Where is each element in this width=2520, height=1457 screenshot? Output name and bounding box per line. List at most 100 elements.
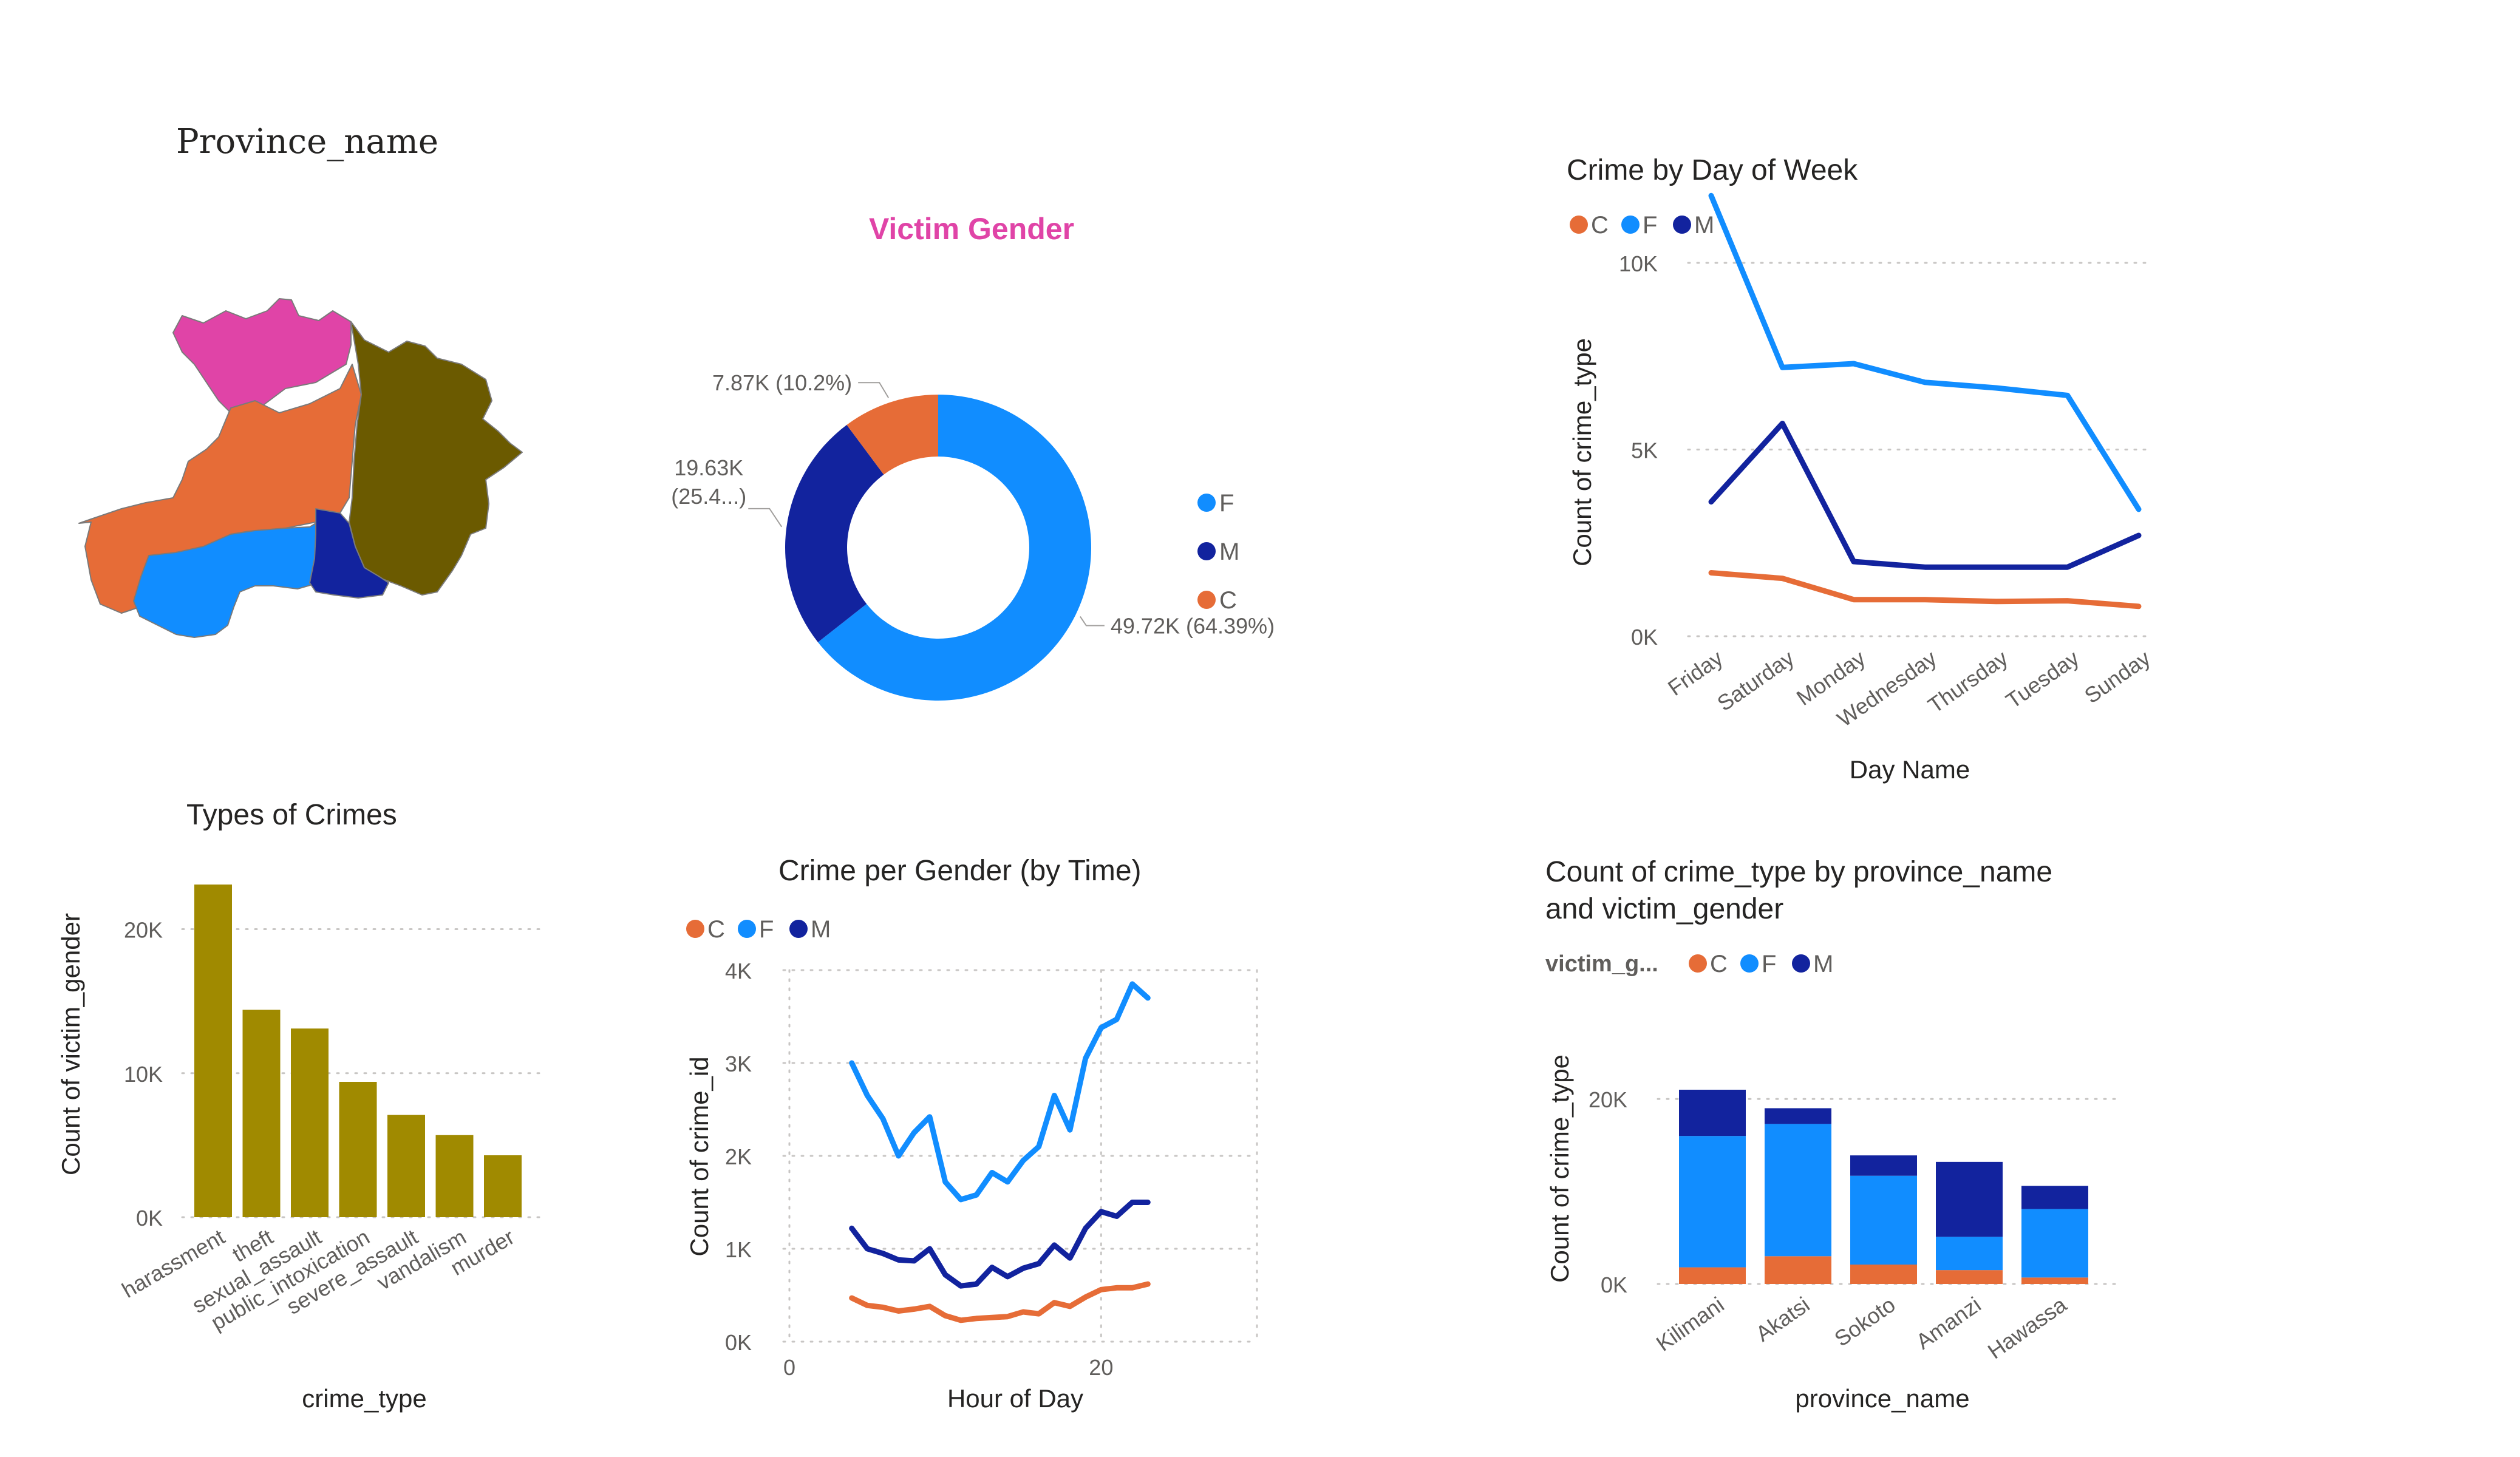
province-gender-bars[interactable] <box>1679 1090 2088 1284</box>
bar-akatsi-m[interactable] <box>1765 1108 1831 1124</box>
province-map[interactable] <box>78 298 523 638</box>
dashboard-svg: Province_name Victim Gender 49.72K (64.3… <box>56 122 2155 1413</box>
types-of-crimes-bars[interactable] <box>194 885 522 1217</box>
legend-dot-c[interactable] <box>1197 591 1216 609</box>
types-of-crimes-y-axis-title: Count of victim_gender <box>56 913 85 1175</box>
donut-label-c: 7.87K (10.2%) <box>712 370 852 395</box>
bar-harassment[interactable] <box>194 885 232 1217</box>
legend-label-f: F <box>1762 951 1776 977</box>
types-of-crimes-visual: Types of Crimes 0K 10K 20K harassmenttheft… <box>56 799 542 1413</box>
bar-amanzi-c[interactable] <box>1936 1270 2003 1284</box>
bar-murder[interactable] <box>484 1155 522 1217</box>
x-tick-sokoto: Sokoto <box>1830 1292 1899 1351</box>
series-line-c[interactable] <box>849 1281 1151 1323</box>
bar-kilimani-m[interactable] <box>1679 1090 1746 1136</box>
legend-label-m: M <box>1219 538 1239 565</box>
y-tick-20k: 20K <box>124 918 163 943</box>
series-line-c[interactable] <box>1708 570 2142 610</box>
legend-dot-f[interactable] <box>1740 954 1759 973</box>
donut-chart[interactable] <box>785 395 1092 701</box>
legend-dot-f[interactable] <box>1621 216 1640 234</box>
bar-public-intoxication[interactable] <box>339 1082 377 1217</box>
legend-dot-m[interactable] <box>1197 542 1216 560</box>
x-tick-kilimani: Kilimani <box>1652 1292 1729 1356</box>
donut-label-f: 49.72K (64.39%) <box>1111 614 1275 639</box>
series-line-m[interactable] <box>1708 421 2142 570</box>
x-tick-amanzi: Amanzi <box>1912 1292 1986 1354</box>
bar-hawassa-c[interactable] <box>2021 1277 2088 1284</box>
legend-dot-c[interactable] <box>1689 954 1707 973</box>
legend-dot-m[interactable] <box>1792 954 1810 973</box>
bar-amanzi-f[interactable] <box>1936 1237 2003 1271</box>
day-of-week-y-axis-title: Count of crime_type <box>1568 338 1596 566</box>
bar-sokoto-m[interactable] <box>1850 1155 1917 1176</box>
bar-hawassa-f[interactable] <box>2021 1209 2088 1278</box>
bar-amanzi-m[interactable] <box>1936 1161 2003 1237</box>
donut-leader-m <box>748 508 783 528</box>
gender-by-time-grid <box>782 969 1258 1343</box>
bar-theft[interactable] <box>242 1010 281 1217</box>
legend-label-m: M <box>1813 951 1833 977</box>
province-gender-visual: Count of crime_type by province_name and… <box>1545 856 2123 1413</box>
legend-dot-f[interactable] <box>1197 494 1216 512</box>
y-tick-3k: 3K <box>725 1051 752 1076</box>
series-line-m[interactable] <box>849 1200 1151 1289</box>
province-gender-legend[interactable]: CFM <box>1689 951 1833 977</box>
x-tick-sunday: Sunday <box>2080 645 2155 708</box>
legend-label-f: F <box>1219 490 1234 517</box>
day-of-week-title: Crime by Day of Week <box>1567 154 1858 186</box>
province-gender-y-ticks: 0K 20K <box>1589 1087 1627 1297</box>
bar-akatsi-c[interactable] <box>1765 1256 1831 1284</box>
bar-hawassa-m[interactable] <box>2021 1186 2088 1209</box>
gender-by-time-visual: Crime per Gender (by Time) C F M 0K 1K 2K 3K 4… <box>685 855 1258 1413</box>
types-of-crimes-title: Types of Crimes <box>186 799 397 831</box>
types-of-crimes-x-axis-title: crime_type <box>302 1384 426 1413</box>
y-tick-10k: 10K <box>1619 251 1658 276</box>
y-tick-4k: 4K <box>725 959 752 983</box>
gender-by-time-y-axis-title: Count of crime_id <box>685 1056 713 1256</box>
donut-legend[interactable]: FMC <box>1197 490 1239 614</box>
donut-label-m: 19.63K <box>674 455 743 480</box>
series-line-f[interactable] <box>1708 192 2142 512</box>
day-of-week-legend[interactable]: CFM <box>1570 212 1714 239</box>
bar-vandalism[interactable] <box>435 1135 474 1217</box>
x-tick-0: 0 <box>783 1355 795 1380</box>
day-of-week-lines[interactable] <box>1708 192 2142 610</box>
day-of-week-visual: Crime by Day of Week C F M 0K 5K 10K FridayS… <box>1567 154 2155 784</box>
legend-label-f: F <box>1643 212 1657 239</box>
legend-label-c: C <box>1710 951 1728 977</box>
y-tick-0k: 0K <box>725 1330 752 1355</box>
legend-dot-c[interactable] <box>686 920 704 938</box>
province-gender-y-axis-title: Count of crime_type <box>1545 1055 1574 1283</box>
bar-sexual-assault[interactable] <box>291 1028 329 1217</box>
gender-by-time-x-axis-title: Hour of Day <box>947 1384 1083 1413</box>
x-tick-saturday: Saturday <box>1712 645 1799 716</box>
x-tick-tuesday: Tuesday <box>2001 645 2084 713</box>
day-of-week-x-axis-title: Day Name <box>1850 755 1970 784</box>
legend-dot-m[interactable] <box>1673 216 1691 234</box>
y-tick-0k: 0K <box>1601 1272 1627 1297</box>
types-of-crimes-x-ticks: harassmenttheftsexual_assaultpublic_into… <box>118 1224 519 1335</box>
victim-gender-visual: Victim Gender 49.72K (64.39%) 19.63K (25.4… <box>671 212 1275 701</box>
bar-severe-assault[interactable] <box>387 1115 425 1217</box>
x-tick-20: 20 <box>1089 1355 1113 1380</box>
legend-dot-f[interactable] <box>738 920 756 938</box>
y-tick-5k: 5K <box>1631 438 1658 463</box>
bar-akatsi-f[interactable] <box>1765 1124 1831 1257</box>
bar-sokoto-c[interactable] <box>1850 1265 1917 1284</box>
bar-sokoto-f[interactable] <box>1850 1175 1917 1265</box>
gender-by-time-lines[interactable] <box>849 981 1151 1323</box>
donut-label-m-line-2: (25.4...) <box>671 484 746 509</box>
y-tick-2k: 2K <box>725 1144 752 1169</box>
gender-by-time-y-ticks: 0K 1K 2K 3K 4K <box>725 959 752 1355</box>
series-line-f[interactable] <box>849 981 1151 1203</box>
legend-dot-m[interactable] <box>789 920 808 938</box>
province-gender-legend-title: victim_g... <box>1545 951 1658 977</box>
province-region-east[interactable] <box>349 321 523 596</box>
legend-dot-c[interactable] <box>1570 216 1588 234</box>
bar-kilimani-f[interactable] <box>1679 1136 1746 1268</box>
bar-kilimani-c[interactable] <box>1679 1267 1746 1284</box>
gender-by-time-legend[interactable]: CFM <box>686 916 831 943</box>
map-title: Province_name <box>176 122 438 161</box>
gender-by-time-x-ticks: 0 20 <box>783 1355 1113 1380</box>
